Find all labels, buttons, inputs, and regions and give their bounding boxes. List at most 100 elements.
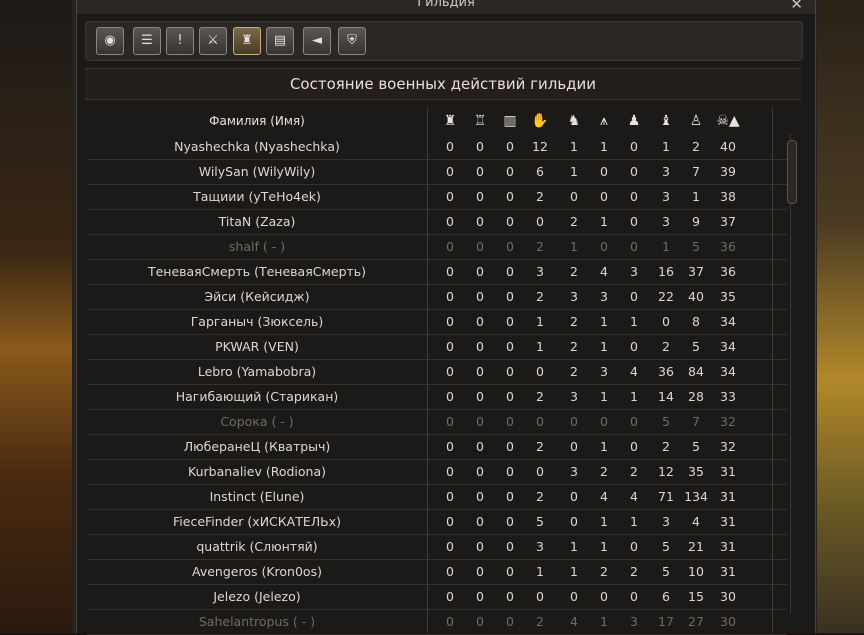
stat-cell: 0	[506, 164, 514, 179]
table-row[interactable]: Nyashechka (Nyashechka) 0 0 0 12 1 1 0 1 2 40	[87, 134, 787, 160]
table-row[interactable]: Тащиии (уТеНо4ek) 0 0 0 2 0 0 0 3 1 38	[87, 184, 787, 210]
stat-cell: 5	[662, 539, 670, 554]
stat-cell: 0	[506, 314, 514, 329]
stat-cell: 2	[600, 564, 608, 579]
spikes-icon[interactable]: ⩚	[589, 108, 619, 134]
table-row[interactable]: TitaN (Zaza) 0 0 0 0 2 1 0 3 9 37	[87, 209, 787, 235]
stat-cell: 134	[684, 489, 708, 504]
stat-cell: 0	[506, 264, 514, 279]
stat-cell: 0	[446, 564, 454, 579]
table-row[interactable]: Instinct (Elune) 0 0 0 2 0 4 4 71 134 31	[87, 484, 787, 510]
toolbar-button-guild-crest[interactable]: ◉	[96, 27, 124, 55]
stat-cell: 1	[662, 239, 670, 254]
stat-cell: 38	[720, 189, 736, 204]
table-row[interactable]: Sahelantropus ( - ) 0 0 0 2 4 1 3 17 27 30	[87, 609, 787, 635]
table-row[interactable]: Гарганыч (Зюксель) 0 0 0 1 2 1 1 0 8 34	[87, 309, 787, 335]
stat-cell: 30	[720, 614, 736, 629]
fort-icon[interactable]: ♜	[435, 108, 465, 134]
member-name: Нагибающий (Старикан)	[175, 389, 339, 404]
stat-cell: 2	[536, 239, 544, 254]
stat-cell: 3	[630, 614, 638, 629]
table-row[interactable]: WilySan (WilyWily) 0 0 0 6 1 0 0 3 7 39	[87, 159, 787, 185]
skull-sort-icon[interactable]: ☠▲	[713, 108, 743, 134]
stat-cell: 5	[536, 514, 544, 529]
soldier-icon[interactable]: ♙	[681, 108, 711, 134]
stat-cell: 32	[720, 439, 736, 454]
stat-cell: 36	[720, 239, 736, 254]
name-column-header[interactable]: Фамилия (Имя)	[87, 108, 427, 134]
game-background-left	[0, 0, 80, 633]
member-name: Jelezo (Jelezo)	[213, 589, 301, 604]
stat-cell: 16	[658, 264, 674, 279]
stat-cell: 1	[692, 189, 700, 204]
stat-cell: 0	[600, 164, 608, 179]
stat-cell: 4	[630, 489, 638, 504]
table-row[interactable]: PKWAR (VEN) 0 0 0 1 2 1 0 2 5 34	[87, 334, 787, 360]
stat-cell: 1	[570, 139, 578, 154]
stat-cell: 0	[446, 439, 454, 454]
stat-cell: 2	[536, 289, 544, 304]
toolbar-button-member-list[interactable]: ☰	[133, 27, 161, 55]
stat-cell: 40	[720, 139, 736, 154]
stat-cell: 1	[600, 339, 608, 354]
guild-crest-icon: ◉	[104, 33, 116, 48]
toolbar-button-alert[interactable]: !	[166, 27, 194, 55]
toolbar-button-horn[interactable]: ◄	[303, 27, 331, 55]
tower-icon[interactable]: ♖	[465, 108, 495, 134]
table-row[interactable]: quattrik (Слюнтяй) 0 0 0 3 1 1 0 5 21 31	[87, 534, 787, 560]
stat-cell: 21	[688, 539, 704, 554]
stat-cell: 35	[720, 289, 736, 304]
close-button[interactable]: ✕	[790, 0, 803, 13]
pawn-icon[interactable]: ♟	[619, 108, 649, 134]
toolbar-button-shield-sword[interactable]: ⚔	[199, 27, 227, 55]
member-name: Сорока ( - )	[220, 414, 294, 429]
stat-cell: 2	[600, 464, 608, 479]
stat-cell: 0	[476, 139, 484, 154]
table-row[interactable]: FieceFinder (хИСКАТЕЛЬх) 0 0 0 5 0 1 1 3 4 31	[87, 509, 787, 535]
table-row[interactable]: Kurbanaliev (Rodiona) 0 0 0 0 3 2 2 12 35 31	[87, 459, 787, 485]
table-row[interactable]: Avengeros (Kron0os) 0 0 0 1 1 2 2 5 10 31	[87, 559, 787, 585]
toolbar-button-war-status[interactable]: ♜	[233, 27, 261, 55]
stat-cell: 0	[446, 589, 454, 604]
stat-cell: 5	[662, 564, 670, 579]
stat-cell: 37	[688, 264, 704, 279]
stat-cell: 0	[446, 214, 454, 229]
wolf-icon[interactable]: ♞	[559, 108, 589, 134]
gate-icon[interactable]: ▥	[495, 108, 525, 134]
table-row[interactable]: Lebro (Yamabobra) 0 0 0 0 2 3 4 36 84 34	[87, 359, 787, 385]
table-row[interactable]: Jelezo (Jelezo) 0 0 0 0 0 0 0 6 15 30	[87, 584, 787, 610]
stat-cell: 1	[536, 564, 544, 579]
member-name: Эйси (Кейсидж)	[204, 289, 310, 304]
stat-cell: 0	[476, 464, 484, 479]
scrollbar-thumb[interactable]	[787, 140, 797, 204]
stat-cell: 0	[476, 339, 484, 354]
table-row[interactable]: Нагибающий (Старикан) 0 0 0 2 3 1 1 14 28 33	[87, 384, 787, 410]
scrollbar-track[interactable]	[790, 134, 791, 614]
stat-cell: 0	[446, 339, 454, 354]
stat-cell: 0	[446, 514, 454, 529]
hand-icon[interactable]: ✋	[525, 108, 555, 134]
toolbar-button-defense[interactable]: ⛨	[338, 27, 366, 55]
stat-cell: 7	[692, 414, 700, 429]
member-name: TitaN (Zaza)	[218, 214, 296, 229]
table-row[interactable]: Эйси (Кейсидж) 0 0 0 2 3 3 0 22 40 35	[87, 284, 787, 310]
stat-cell: 39	[720, 164, 736, 179]
member-name: PKWAR (VEN)	[215, 339, 299, 354]
stat-cell: 1	[630, 514, 638, 529]
table-row[interactable]: ТеневаяСмерть (ТеневаяСмерть) 0 0 0 3 2 4 3 16 37…	[87, 259, 787, 285]
table-row[interactable]: Сорока ( - ) 0 0 0 0 0 0 0 5 7 32	[87, 409, 787, 435]
stat-cell: 2	[662, 439, 670, 454]
stat-cell: 36	[720, 264, 736, 279]
stat-cell: 0	[446, 464, 454, 479]
table-row[interactable]: ЛюберанеЦ (Кватрыч) 0 0 0 2 0 1 0 2 5 32	[87, 434, 787, 460]
table-row[interactable]: shalf ( - ) 0 0 0 2 1 0 0 1 5 36	[87, 234, 787, 260]
stat-cell: 2	[570, 314, 578, 329]
dragon-icon[interactable]: ♝	[651, 108, 681, 134]
toolbar-button-document[interactable]: ▤	[266, 27, 294, 55]
member-name: quattrik (Слюнтяй)	[196, 539, 318, 554]
table-header: Фамилия (Имя) ♜ ♖ ▥ ✋ ♞ ⩚ ♟ ♝ ♙ ☠▲	[87, 108, 795, 134]
stat-cell: 37	[720, 214, 736, 229]
guild-toolbar: ◉ ☰! ⚔ ♜ ▤ ◄ ⛨	[85, 21, 803, 61]
stat-cell: 0	[506, 389, 514, 404]
stat-cell: 1	[570, 564, 578, 579]
